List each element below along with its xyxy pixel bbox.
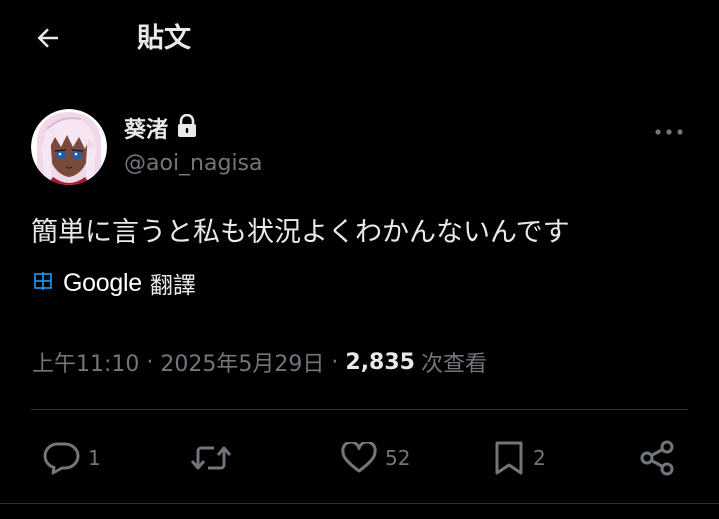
post-meta: 上午11:10 · 2025年5月29日 · 2,835 次查看 — [32, 344, 487, 380]
share-icon — [638, 440, 676, 476]
lock-icon — [176, 113, 198, 142]
back-button[interactable] — [28, 20, 68, 60]
more-horizontal-icon — [654, 121, 684, 140]
top-bar: 貼文 — [0, 0, 719, 78]
meta-separator: · — [146, 349, 154, 375]
bookmark-button[interactable]: 2 — [493, 438, 546, 478]
arrow-left-icon — [33, 23, 63, 57]
share-button[interactable] — [638, 438, 684, 478]
translate-label: 翻譯 — [149, 273, 196, 299]
like-button[interactable]: 52 — [341, 438, 410, 478]
reply-button[interactable]: 1 — [42, 438, 101, 478]
reply-icon — [42, 441, 80, 475]
translate-button[interactable]: Google 翻譯 — [33, 266, 196, 300]
like-count: 52 — [385, 446, 411, 470]
bookmark-count: 2 — [533, 446, 546, 470]
page-title: 貼文 — [137, 23, 191, 54]
translate-icon — [33, 271, 53, 295]
views-count[interactable]: 2,835 — [345, 350, 415, 375]
post-date[interactable]: 2025年5月29日 — [160, 346, 324, 378]
display-name[interactable]: 葵渚 — [124, 112, 168, 144]
repost-button[interactable] — [190, 438, 240, 478]
author-handle[interactable]: @aoi_nagisa — [124, 151, 263, 176]
translate-provider: Google — [63, 268, 142, 297]
views-label[interactable]: 次查看 — [421, 346, 487, 378]
more-options-button[interactable] — [648, 114, 690, 146]
post-time[interactable]: 上午11:10 — [32, 346, 139, 378]
divider — [31, 409, 688, 410]
meta-separator: · — [331, 349, 339, 375]
author-name-row: 葵渚 — [124, 112, 198, 144]
reply-count: 1 — [88, 446, 101, 470]
bookmark-icon — [493, 440, 525, 476]
heart-icon — [341, 442, 377, 474]
repost-icon — [190, 442, 232, 474]
avatar[interactable] — [31, 109, 107, 185]
divider — [0, 503, 719, 504]
post-text: 簡単に言うと私も状況よくわかんないんです — [31, 217, 570, 248]
